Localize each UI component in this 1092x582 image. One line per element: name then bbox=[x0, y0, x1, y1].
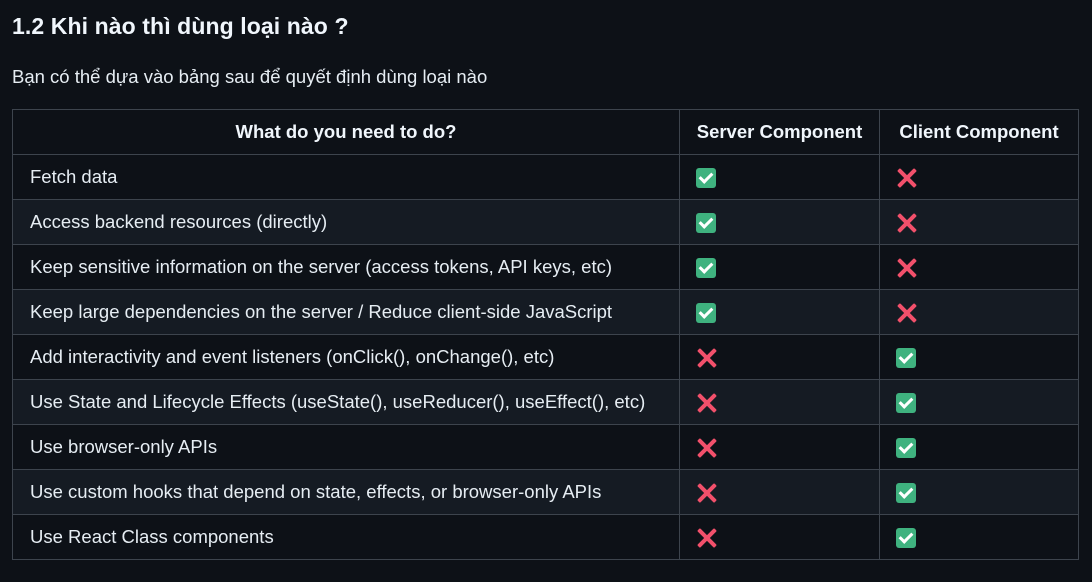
table-row: Keep sensitive information on the server… bbox=[12, 244, 1079, 290]
task-cell: Keep large dependencies on the server / … bbox=[12, 289, 680, 335]
server-support-cell bbox=[679, 514, 880, 560]
check-mark-icon bbox=[896, 528, 916, 549]
server-support-cell bbox=[679, 289, 880, 335]
server-support-cell bbox=[679, 469, 880, 515]
server-support-cell bbox=[679, 424, 880, 470]
client-support-cell bbox=[879, 469, 1079, 515]
table-row: Keep large dependencies on the server / … bbox=[12, 289, 1079, 335]
cross-mark-icon bbox=[696, 482, 718, 504]
check-mark-icon bbox=[696, 168, 716, 189]
cross-mark-icon bbox=[896, 167, 918, 189]
table-row: Access backend resources (directly) bbox=[12, 199, 1079, 245]
cross-mark-icon bbox=[896, 302, 918, 324]
check-mark-icon bbox=[896, 483, 916, 504]
task-cell: Add interactivity and event listeners (o… bbox=[12, 334, 680, 380]
client-support-cell bbox=[879, 199, 1079, 245]
section-title: 1.2 Khi nào thì dùng loại nào ? bbox=[12, 13, 349, 39]
cross-mark-icon bbox=[696, 347, 718, 369]
check-mark-icon bbox=[896, 393, 916, 414]
task-cell: Use State and Lifecycle Effects (useStat… bbox=[12, 379, 680, 425]
server-support-cell bbox=[679, 379, 880, 425]
task-cell: Use React Class components bbox=[12, 514, 680, 560]
check-mark-icon bbox=[696, 303, 716, 324]
server-support-cell bbox=[679, 244, 880, 290]
cross-mark-icon bbox=[696, 527, 718, 549]
check-mark-icon bbox=[696, 258, 716, 279]
table-row: Fetch data bbox=[12, 154, 1079, 200]
server-support-cell bbox=[679, 199, 880, 245]
check-mark-icon bbox=[896, 438, 916, 459]
task-cell: Use custom hooks that depend on state, e… bbox=[12, 469, 680, 515]
table-row: Use State and Lifecycle Effects (useStat… bbox=[12, 379, 1079, 425]
cross-mark-icon bbox=[896, 257, 918, 279]
table-body: Fetch data Access backend resources (dire… bbox=[12, 154, 1079, 560]
cross-mark-icon bbox=[696, 392, 718, 414]
table-row: Use browser-only APIs bbox=[12, 424, 1079, 470]
cross-mark-icon bbox=[896, 212, 918, 234]
header-task: What do you need to do? bbox=[12, 109, 680, 155]
table-row: Add interactivity and event listeners (o… bbox=[12, 334, 1079, 380]
client-support-cell bbox=[879, 424, 1079, 470]
table-row: Use React Class components bbox=[12, 514, 1079, 560]
task-cell: Access backend resources (directly) bbox=[12, 199, 680, 245]
table-row: Use custom hooks that depend on state, e… bbox=[12, 469, 1079, 515]
task-cell: Keep sensitive information on the server… bbox=[12, 244, 680, 290]
header-client-component: Client Component bbox=[879, 109, 1079, 155]
table-header-row: What do you need to do? Server Component… bbox=[12, 109, 1079, 155]
header-server-component: Server Component bbox=[679, 109, 880, 155]
check-mark-icon bbox=[696, 213, 716, 234]
client-support-cell bbox=[879, 244, 1079, 290]
server-support-cell bbox=[679, 154, 880, 200]
check-mark-icon bbox=[896, 348, 916, 369]
comparison-table: What do you need to do? Server Component… bbox=[12, 109, 1079, 560]
client-support-cell bbox=[879, 379, 1079, 425]
client-support-cell bbox=[879, 334, 1079, 380]
task-cell: Use browser-only APIs bbox=[12, 424, 680, 470]
cross-mark-icon bbox=[696, 437, 718, 459]
client-support-cell bbox=[879, 514, 1079, 560]
client-support-cell bbox=[879, 289, 1079, 335]
server-support-cell bbox=[679, 334, 880, 380]
intro-text: Bạn có thể dựa vào bảng sau để quyết địn… bbox=[12, 66, 488, 87]
page: 1.2 Khi nào thì dùng loại nào ? Bạn có t… bbox=[0, 0, 1092, 582]
client-support-cell bbox=[879, 154, 1079, 200]
task-cell: Fetch data bbox=[12, 154, 680, 200]
